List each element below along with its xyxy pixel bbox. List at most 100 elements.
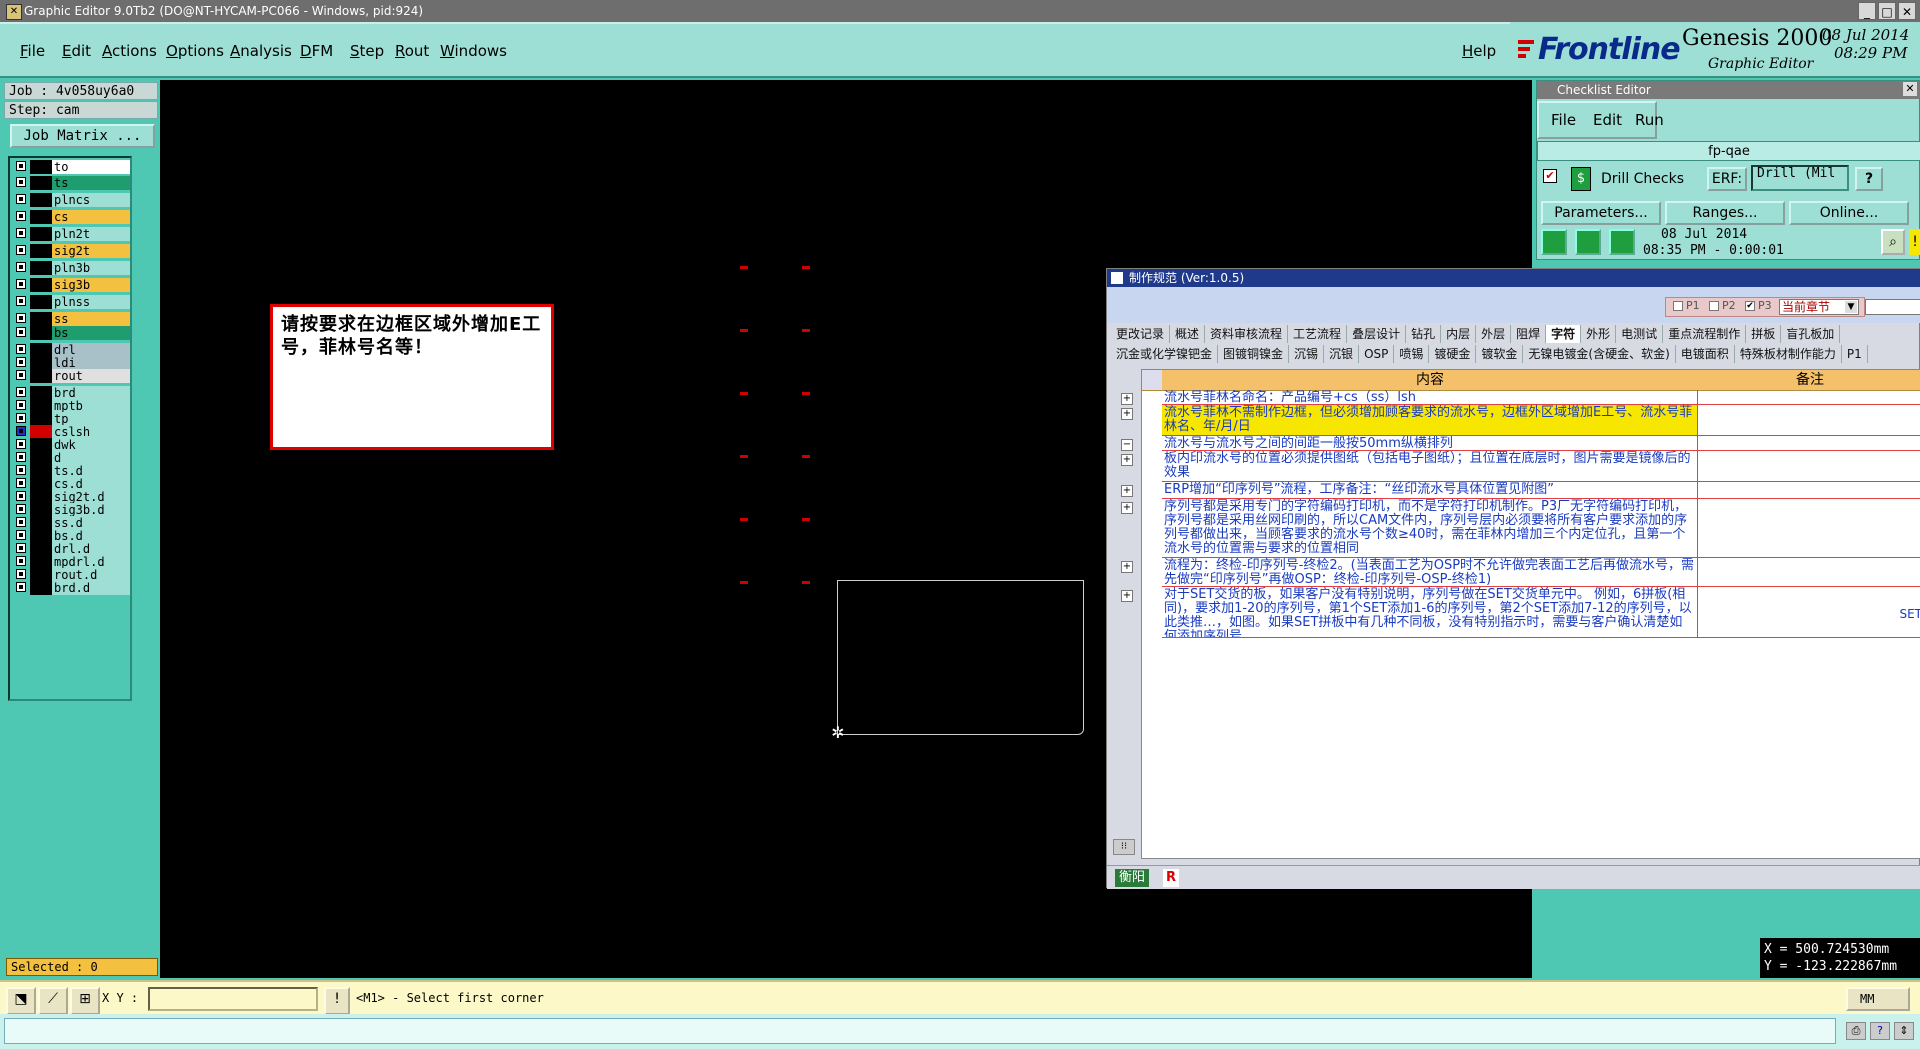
layer-row-ss-d[interactable]: ss.d [14, 516, 130, 530]
layer-name[interactable]: sig2t.d [52, 490, 130, 504]
help-icon[interactable]: ? [1870, 1022, 1890, 1040]
menu-dfm[interactable]: DFM [300, 42, 333, 60]
collapse-all-icon[interactable]: ⁝⁝ [1113, 839, 1135, 855]
layer-row-mptb[interactable]: mptb [14, 399, 130, 413]
layer-row-dwk[interactable]: dwk [14, 438, 130, 452]
tab-row1-14[interactable]: 盲孔板加 [1781, 325, 1841, 343]
tab-row1-3[interactable]: 工艺流程 [1288, 325, 1348, 343]
layer-affected-swatch[interactable] [30, 464, 52, 478]
tab-row1-1[interactable]: 概述 [1170, 325, 1206, 343]
tab-row1-11[interactable]: 电测试 [1616, 325, 1664, 343]
layer-checkbox[interactable] [16, 313, 26, 323]
layer-affected-swatch[interactable] [30, 581, 52, 595]
table-row[interactable]: 序列号都是采用专门的字符编码打印机，而不是字符打印机制作。P3厂无字符编码打印机… [1162, 499, 1920, 558]
tab-row2-8[interactable]: 无镍电镀金(含硬金、软金) [1523, 345, 1676, 363]
tab-row2-0[interactable]: 沉金或化学镍钯金 [1111, 345, 1219, 363]
layer-affected-swatch[interactable] [30, 227, 52, 241]
layer-affected-swatch[interactable] [30, 399, 52, 413]
stop-icon[interactable] [1609, 229, 1635, 255]
layer-name[interactable]: rout [52, 369, 130, 383]
layer-checkbox[interactable] [16, 478, 26, 488]
table-row[interactable]: 板内印流水号的位置必须提供图纸（包括电子图纸）；且位置在底层时，图片需要是镜像后… [1162, 451, 1920, 482]
layer-name[interactable]: ss.d [52, 516, 130, 530]
minimize-button[interactable]: _ [1858, 2, 1876, 20]
layer-affected-swatch[interactable] [30, 326, 52, 340]
measure-tool-icon[interactable]: ⟋ [38, 987, 68, 1015]
layer-affected-swatch[interactable] [30, 516, 52, 530]
layer-row-tp[interactable]: tp [14, 412, 130, 426]
menu-step[interactable]: Step [350, 42, 384, 60]
layer-row-cs-d[interactable]: cs.d [14, 477, 130, 491]
layer-name[interactable]: mpdrl.d [52, 555, 130, 569]
layer-affected-swatch[interactable] [30, 503, 52, 517]
layer-name[interactable]: pln2t [52, 227, 130, 241]
tab-row1-5[interactable]: 钻孔 [1406, 325, 1442, 343]
cell-content[interactable]: 流水号与流水号之间的间距一般按50mm纵横排列 [1162, 436, 1698, 450]
layer-name[interactable]: plncs [52, 193, 130, 207]
alert-icon[interactable]: ! [324, 987, 350, 1015]
menu-analysis[interactable]: Analysis [230, 42, 292, 60]
layer-checkbox[interactable] [16, 327, 26, 337]
layer-checkbox[interactable] [16, 296, 26, 306]
layer-checkbox[interactable] [16, 517, 26, 527]
layer-checkbox[interactable] [16, 465, 26, 475]
tab-row1-8[interactable]: 阻焊 [1511, 325, 1547, 343]
layer-affected-swatch[interactable] [30, 425, 52, 439]
printer-icon[interactable]: ⎙ [1846, 1022, 1866, 1040]
checklist-close-icon[interactable]: ✕ [1903, 82, 1917, 96]
menu-file[interactable]: File [20, 42, 45, 60]
table-row[interactable]: 流程为：终检-印序列号-终检2。(当表面工艺为OSP时不允许做完表面工艺后再做流… [1162, 558, 1920, 587]
table-row[interactable]: 流水号与流水号之间的间距一般按50mm纵横排列 [1162, 436, 1920, 451]
layer-row-sig3b-d[interactable]: sig3b.d [14, 503, 130, 517]
layer-row-sig3b[interactable]: sig3b [14, 278, 130, 292]
layer-row-pln2t[interactable]: pln2t [14, 227, 130, 241]
layer-name[interactable]: ldi [52, 356, 130, 370]
layer-name[interactable]: tp [52, 412, 130, 426]
online-button[interactable]: Online... [1789, 201, 1909, 225]
layer-checkbox[interactable] [16, 211, 26, 221]
tab-row1-12[interactable]: 重点流程制作 [1663, 325, 1747, 343]
expand-icon[interactable]: + [1121, 590, 1133, 602]
tab-row1-7[interactable]: 外层 [1476, 325, 1512, 343]
layer-checkbox[interactable] [16, 177, 26, 187]
tab-row2-11[interactable]: P1 [1842, 345, 1868, 363]
table-row[interactable]: ERP增加“印序列号”流程，工序备注：“丝印流水号具体位置见附图” [1162, 482, 1920, 499]
zoom-icon[interactable]: ⌕ [1881, 229, 1905, 255]
layer-affected-swatch[interactable] [30, 451, 52, 465]
layer-affected-swatch[interactable] [30, 369, 52, 383]
search-input[interactable] [1865, 299, 1920, 315]
layer-row-rout[interactable]: rout [14, 369, 130, 383]
cell-content[interactable]: ERP增加“印序列号”流程，工序备注：“丝印流水号具体位置见附图” [1162, 482, 1698, 498]
expand-icon[interactable]: + [1121, 408, 1133, 420]
tab-row1-13[interactable]: 拼板 [1746, 325, 1782, 343]
layer-checkbox[interactable] [16, 344, 26, 354]
layer-row-ldi[interactable]: ldi [14, 356, 130, 370]
layer-affected-swatch[interactable] [30, 542, 52, 556]
layer-name[interactable]: mptb [52, 399, 130, 413]
menu-help[interactable]: Help [1462, 42, 1496, 60]
layer-row-drl-d[interactable]: drl.d [14, 542, 130, 556]
layer-name[interactable]: ts [52, 176, 130, 190]
tab-row2-9[interactable]: 电镀面积 [1676, 345, 1735, 363]
tab-row2-3[interactable]: 沉银 [1324, 345, 1360, 363]
layer-name[interactable]: sig2t [52, 244, 130, 258]
cell-content[interactable]: 流程为：终检-印序列号-终检2。(当表面工艺为OSP时不允许做完表面工艺后再做流… [1162, 558, 1698, 586]
cell-content[interactable]: 对于SET交货的板，如果客户没有特别说明，序列号做在SET交货单元中。 例如，6… [1162, 587, 1698, 637]
layer-affected-swatch[interactable] [30, 490, 52, 504]
cell-note[interactable] [1698, 499, 1920, 557]
scroll-icon[interactable]: ⇕ [1894, 1022, 1914, 1040]
layer-row-sig2t-d[interactable]: sig2t.d [14, 490, 130, 504]
layer-row-sig2t[interactable]: sig2t [14, 244, 130, 258]
layer-name[interactable]: cslsh [52, 425, 130, 439]
layer-checkbox[interactable] [16, 279, 26, 289]
layer-checkbox[interactable] [16, 400, 26, 410]
cell-content[interactable]: 序列号都是采用专门的字符编码打印机，而不是字符打印机制作。P3厂无字符编码打印机… [1162, 499, 1698, 557]
layer-name[interactable]: cs.d [52, 477, 130, 491]
layer-affected-swatch[interactable] [30, 438, 52, 452]
tab-row2-4[interactable]: OSP [1359, 345, 1395, 363]
erf-value[interactable]: Drill (Mil [1751, 165, 1849, 191]
layer-affected-swatch[interactable] [30, 477, 52, 491]
checklist-menu-edit[interactable]: Edit [1593, 111, 1622, 129]
layer-row-brd-d[interactable]: brd.d [14, 581, 130, 595]
layer-affected-swatch[interactable] [30, 193, 52, 207]
